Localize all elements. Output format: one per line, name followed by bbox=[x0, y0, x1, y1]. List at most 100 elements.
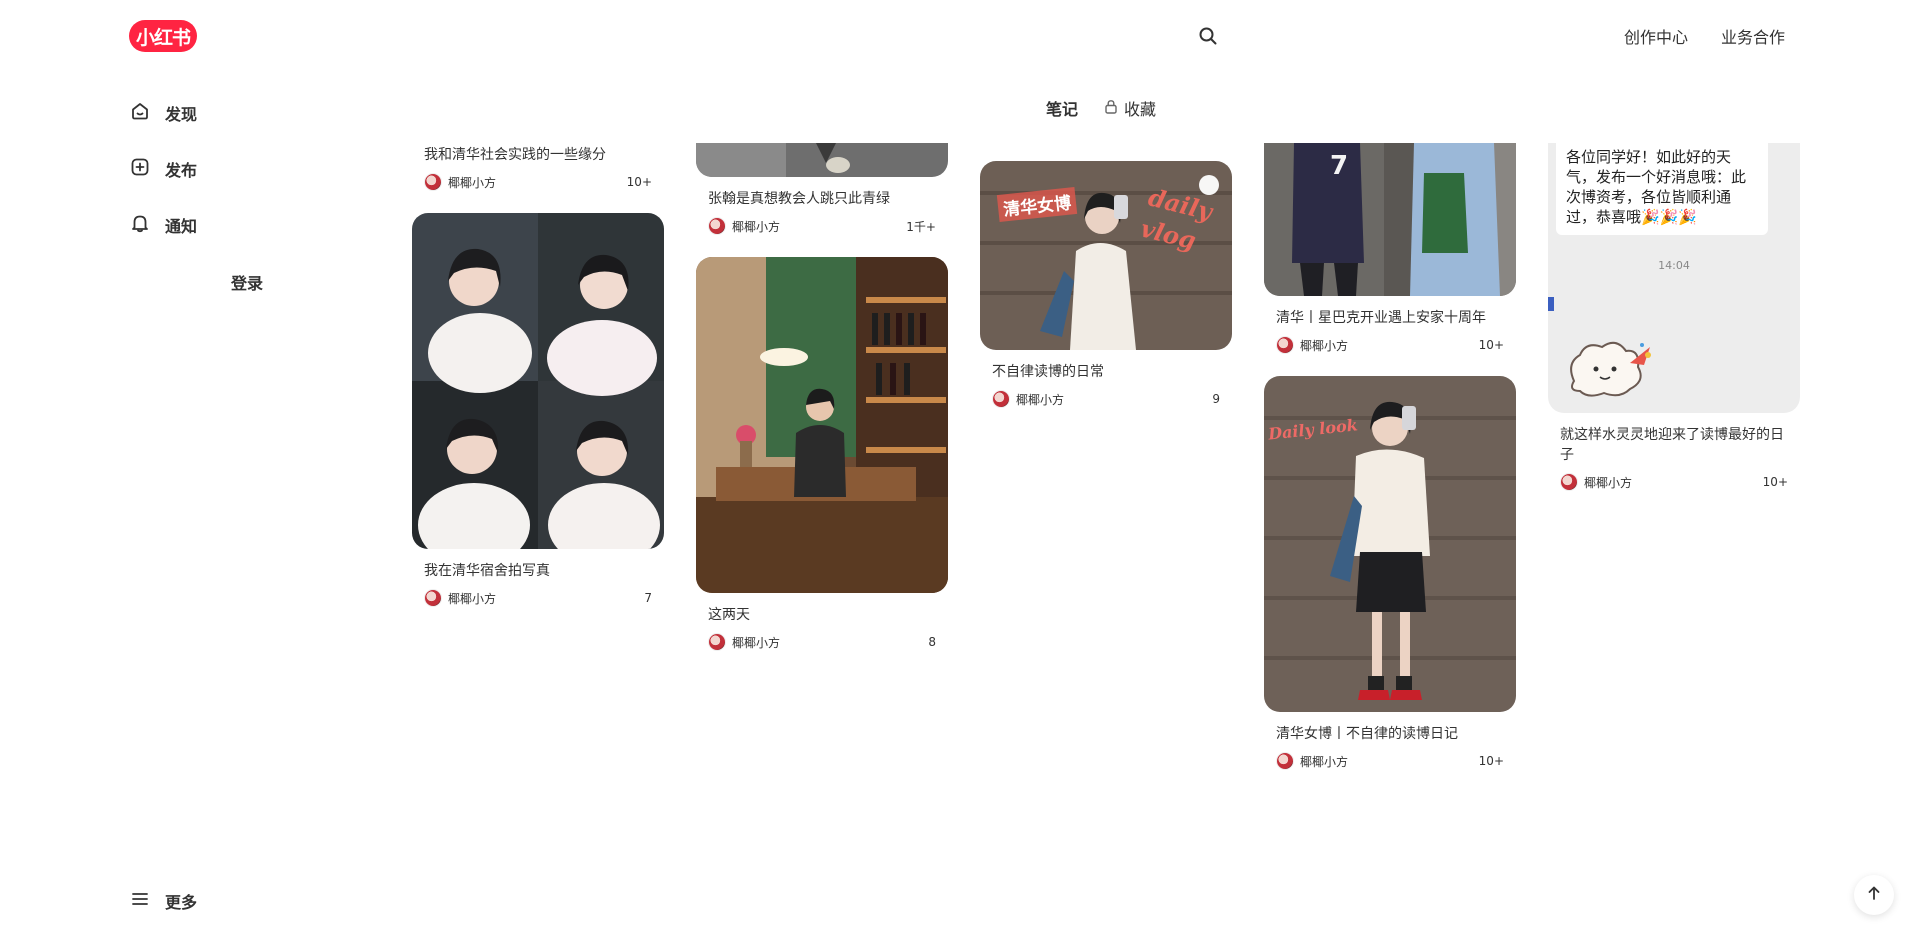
tab-label: 收藏 bbox=[1124, 100, 1157, 119]
sidebar-item-more[interactable]: 更多 bbox=[129, 886, 197, 916]
note-card[interactable]: 这两天 椰椰小方 8 bbox=[696, 257, 948, 651]
note-card[interactable]: Daily look 清华女博丨不自律的读博日记 椰椰小方 10+ bbox=[1264, 376, 1516, 770]
note-author[interactable]: 椰椰小方 bbox=[424, 173, 496, 191]
login-button[interactable]: 登录 bbox=[231, 270, 263, 294]
avatar[interactable] bbox=[1560, 473, 1578, 491]
author-name[interactable]: 椰椰小方 bbox=[1300, 753, 1348, 770]
author-name[interactable]: 椰椰小方 bbox=[1584, 474, 1632, 491]
note-card[interactable]: 张翰是真想教会人跳只此青绿 椰椰小方 1千+ bbox=[696, 143, 948, 235]
note-card[interactable]: 7 清华丨星巴克开业遇上安家十周年 椰椰小方 10+ bbox=[1264, 143, 1516, 354]
avatar[interactable] bbox=[424, 589, 442, 607]
note-meta: 椰椰小方 10+ bbox=[1548, 465, 1800, 491]
note-title[interactable]: 这两天 bbox=[696, 593, 948, 625]
chat-message: 各位同学好！如此好的天气，发布一个好消息哦：此次博资考，各位皆顺利通过，恭喜哦🎉… bbox=[1566, 148, 1747, 226]
note-cover-image[interactable] bbox=[696, 257, 948, 593]
author-name[interactable]: 椰椰小方 bbox=[1016, 391, 1064, 408]
note-cover-image[interactable]: Daily look bbox=[1264, 376, 1516, 712]
business-cooperation-link[interactable]: 业务合作 bbox=[1721, 24, 1785, 48]
note-meta: 椰椰小方 9 bbox=[980, 382, 1232, 408]
avatar[interactable] bbox=[708, 217, 726, 235]
feed-column: 各位同学好！如此好的天气，发布一个好消息哦：此次博资考，各位皆顺利通过，恭喜哦🎉… bbox=[1548, 143, 1800, 513]
tab-notes[interactable]: 笔记 bbox=[1046, 96, 1078, 120]
note-cover-image[interactable] bbox=[696, 143, 948, 177]
feed-column: 清华女博 daily vlog 不自律读博的日常 椰椰小方 9 bbox=[980, 161, 1232, 430]
avatar[interactable] bbox=[1276, 752, 1294, 770]
avatar[interactable] bbox=[424, 173, 442, 191]
note-author[interactable]: 椰椰小方 bbox=[1276, 752, 1348, 770]
creator-center-link[interactable]: 创作中心 bbox=[1624, 24, 1688, 48]
author-name[interactable]: 椰椰小方 bbox=[448, 590, 496, 607]
author-name[interactable]: 椰椰小方 bbox=[732, 634, 780, 651]
feed-column: 我和清华社会实践的一些缘分 椰椰小方 10+ 我在清华宿舍拍写真 椰椰小方 7 bbox=[412, 143, 664, 629]
note-meta: 椰椰小方 10+ bbox=[1264, 328, 1516, 354]
note-card[interactable]: 清华女博 daily vlog 不自律读博的日常 椰椰小方 9 bbox=[980, 161, 1232, 408]
like-count[interactable]: 10+ bbox=[1479, 338, 1504, 352]
avatar[interactable] bbox=[992, 390, 1010, 408]
note-meta: 椰椰小方 1千+ bbox=[696, 209, 948, 235]
note-meta: 椰椰小方 10+ bbox=[1264, 744, 1516, 770]
plus-square-icon bbox=[129, 156, 151, 182]
like-count[interactable]: 9 bbox=[1212, 392, 1220, 406]
author-name[interactable]: 椰椰小方 bbox=[448, 174, 496, 191]
note-cover-image[interactable]: 清华女博 daily vlog bbox=[980, 161, 1232, 350]
note-author[interactable]: 椰椰小方 bbox=[708, 217, 780, 235]
sidebar-item-publish[interactable]: 发布 bbox=[129, 154, 197, 184]
menu-icon bbox=[129, 888, 151, 914]
sidebar-item-label: 更多 bbox=[165, 893, 198, 912]
note-card[interactable]: 各位同学好！如此好的天气，发布一个好消息哦：此次博资考，各位皆顺利通过，恭喜哦🎉… bbox=[1548, 143, 1800, 491]
feed-column: 张翰是真想教会人跳只此青绿 椰椰小方 1千+ 这两天 椰椰小方 8 bbox=[696, 143, 948, 673]
chat-bubble: 各位同学好！如此好的天气，发布一个好消息哦：此次博资考，各位皆顺利通过，恭喜哦🎉… bbox=[1556, 143, 1768, 235]
sidebar-item-notify[interactable]: 通知 bbox=[129, 210, 197, 240]
note-meta: 椰椰小方 7 bbox=[412, 581, 664, 607]
note-card[interactable]: 我和清华社会实践的一些缘分 椰椰小方 10+ bbox=[412, 143, 664, 191]
back-to-top-button[interactable] bbox=[1854, 875, 1894, 915]
search-icon[interactable] bbox=[1196, 24, 1220, 48]
feed-column: 7 清华丨星巴克开业遇上安家十周年 椰椰小方 10+ Daily look 清华… bbox=[1264, 143, 1516, 792]
like-count[interactable]: 7 bbox=[644, 591, 652, 605]
tab-collect[interactable]: 收藏 bbox=[1104, 96, 1156, 120]
note-cover-image[interactable]: 各位同学好！如此好的天气，发布一个好消息哦：此次博资考，各位皆顺利通过，恭喜哦🎉… bbox=[1548, 143, 1800, 413]
chat-avatar-fragment bbox=[1548, 297, 1554, 311]
notes-feed: 我和清华社会实践的一些缘分 椰椰小方 10+ 我在清华宿舍拍写真 椰椰小方 7 … bbox=[412, 143, 1802, 941]
note-title[interactable]: 我在清华宿舍拍写真 bbox=[412, 549, 664, 581]
note-title[interactable]: 我和清华社会实践的一些缘分 bbox=[412, 143, 664, 165]
note-title[interactable]: 张翰是真想教会人跳只此青绿 bbox=[696, 177, 948, 209]
sidebar-item-label: 通知 bbox=[165, 217, 198, 236]
like-count[interactable]: 10+ bbox=[1479, 754, 1504, 768]
like-count[interactable]: 1千+ bbox=[906, 218, 936, 235]
note-cover-image[interactable]: 7 bbox=[1264, 143, 1516, 296]
note-meta: 椰椰小方 8 bbox=[696, 625, 948, 651]
note-title[interactable]: 清华女博丨不自律的读博日记 bbox=[1264, 712, 1516, 744]
arrow-up-icon bbox=[1866, 885, 1882, 905]
like-count[interactable]: 10+ bbox=[627, 175, 652, 189]
profile-tabs: 笔记 收藏 bbox=[1046, 96, 1156, 120]
bell-icon bbox=[129, 212, 151, 238]
like-count[interactable]: 8 bbox=[928, 635, 936, 649]
cartoon-sticker-icon bbox=[1570, 341, 1651, 397]
chat-time: 14:04 bbox=[1658, 259, 1690, 272]
home-icon bbox=[129, 100, 151, 126]
sidebar-item-discover[interactable]: 发现 bbox=[129, 98, 197, 128]
note-author[interactable]: 椰椰小方 bbox=[424, 589, 496, 607]
note-cover-image[interactable] bbox=[412, 213, 664, 549]
sidebar-item-label: 发现 bbox=[165, 105, 198, 124]
like-count[interactable]: 10+ bbox=[1763, 475, 1788, 489]
lock-icon bbox=[1104, 99, 1118, 118]
author-name[interactable]: 椰椰小方 bbox=[732, 218, 780, 235]
author-name[interactable]: 椰椰小方 bbox=[1300, 337, 1348, 354]
note-meta: 椰椰小方 10+ bbox=[412, 165, 664, 191]
avatar[interactable] bbox=[708, 633, 726, 651]
sidebar-item-label: 发布 bbox=[165, 161, 198, 180]
note-author[interactable]: 椰椰小方 bbox=[1560, 473, 1632, 491]
note-author[interactable]: 椰椰小方 bbox=[708, 633, 780, 651]
note-title[interactable]: 不自律读博的日常 bbox=[980, 350, 1232, 382]
note-title[interactable]: 清华丨星巴克开业遇上安家十周年 bbox=[1264, 296, 1516, 328]
note-title[interactable]: 就这样水灵灵地迎来了读博最好的日子 bbox=[1548, 413, 1800, 465]
note-author[interactable]: 椰椰小方 bbox=[992, 390, 1064, 408]
note-card[interactable]: 我在清华宿舍拍写真 椰椰小方 7 bbox=[412, 213, 664, 607]
note-author[interactable]: 椰椰小方 bbox=[1276, 336, 1348, 354]
tab-label: 笔记 bbox=[1046, 100, 1079, 119]
xiaohongshu-logo[interactable]: 小红书 bbox=[129, 20, 197, 52]
jersey-number: 7 bbox=[1330, 151, 1349, 181]
avatar[interactable] bbox=[1276, 336, 1294, 354]
